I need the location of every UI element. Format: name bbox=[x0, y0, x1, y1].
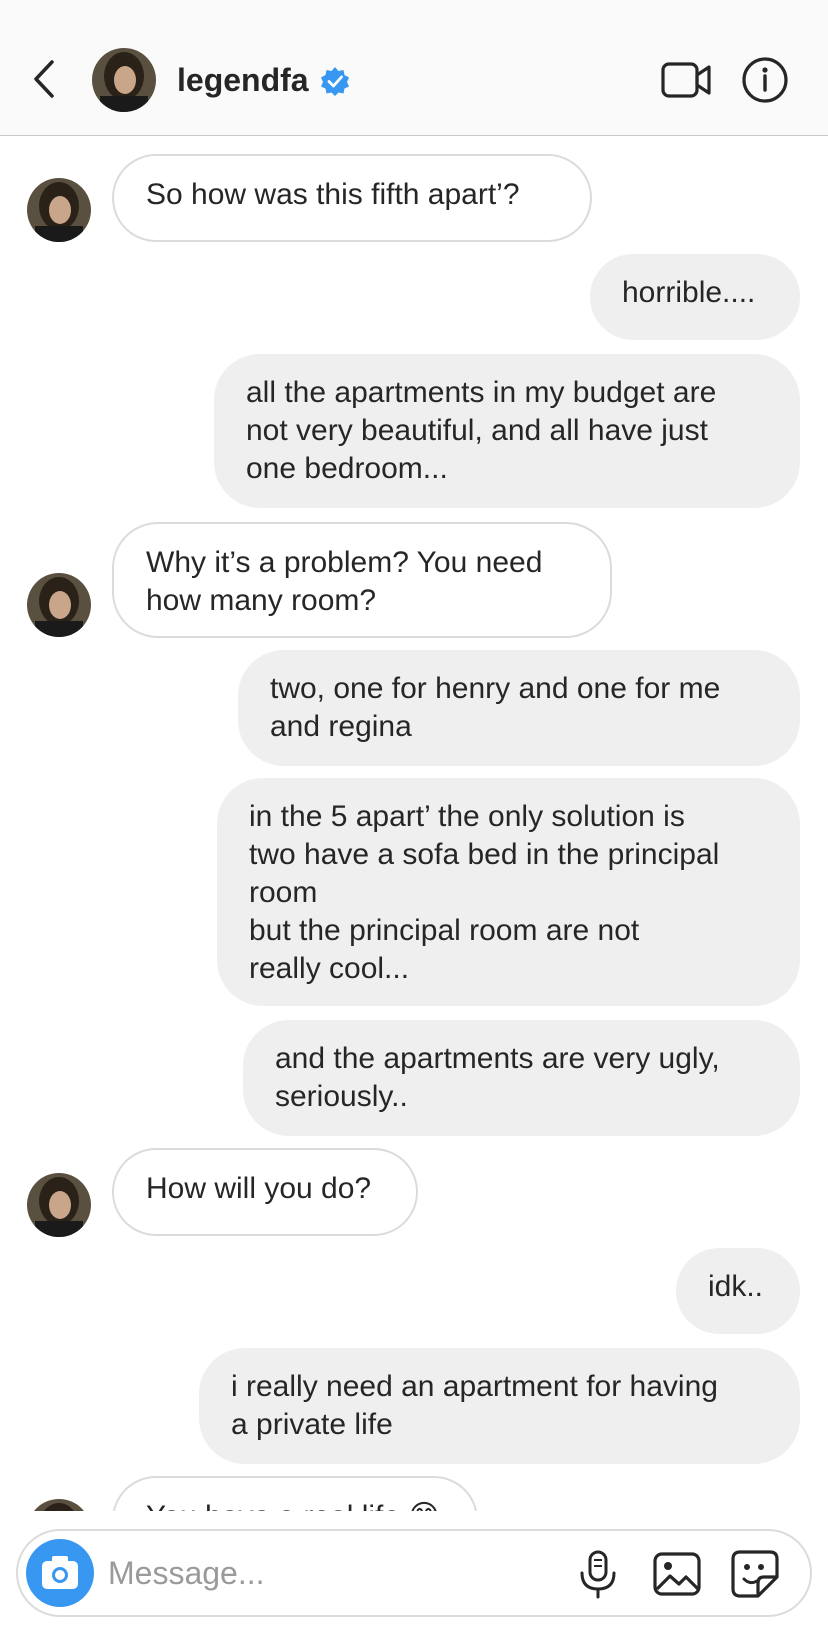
incoming-message[interactable]: How will you do? bbox=[112, 1148, 418, 1236]
microphone-icon[interactable] bbox=[576, 1549, 620, 1599]
sender-avatar[interactable] bbox=[27, 1499, 91, 1511]
outgoing-message[interactable]: idk.. bbox=[676, 1248, 800, 1334]
sender-avatar[interactable] bbox=[27, 1173, 91, 1237]
camera-icon bbox=[42, 1556, 78, 1589]
sender-avatar[interactable] bbox=[27, 178, 91, 242]
outgoing-message[interactable]: and the apartments are very ugly, seriou… bbox=[243, 1020, 800, 1136]
message-composer bbox=[16, 1529, 812, 1617]
sender-avatar[interactable] bbox=[27, 573, 91, 637]
verified-badge-icon bbox=[321, 67, 349, 96]
outgoing-message[interactable]: in the 5 apart’ the only solution is two… bbox=[217, 778, 800, 1006]
camera-button[interactable] bbox=[26, 1539, 94, 1607]
sticker-icon[interactable] bbox=[730, 1549, 780, 1599]
chat-header: legendfa bbox=[0, 0, 828, 136]
chevron-left-icon[interactable] bbox=[30, 58, 60, 100]
info-icon[interactable] bbox=[740, 55, 790, 105]
outgoing-message[interactable]: i really need an apartment for having a … bbox=[199, 1348, 800, 1464]
contact-username[interactable]: legendfa bbox=[177, 60, 309, 100]
outgoing-message[interactable]: horrible.... bbox=[590, 254, 800, 340]
outgoing-message[interactable]: two, one for henry and one for me and re… bbox=[238, 650, 800, 766]
message-input[interactable] bbox=[108, 1547, 568, 1599]
incoming-message[interactable]: You have a real life 😅 bbox=[112, 1476, 478, 1511]
incoming-message[interactable]: Why it’s a problem? You need how many ro… bbox=[112, 522, 612, 638]
message-thread[interactable]: So how was this fifth apart’? horrible..… bbox=[0, 137, 828, 1511]
image-icon[interactable] bbox=[652, 1549, 702, 1599]
outgoing-message[interactable]: all the apartments in my budget are not … bbox=[214, 354, 800, 508]
incoming-message[interactable]: So how was this fifth apart’? bbox=[112, 154, 592, 242]
contact-avatar[interactable] bbox=[92, 48, 156, 112]
video-camera-icon[interactable] bbox=[660, 58, 712, 102]
